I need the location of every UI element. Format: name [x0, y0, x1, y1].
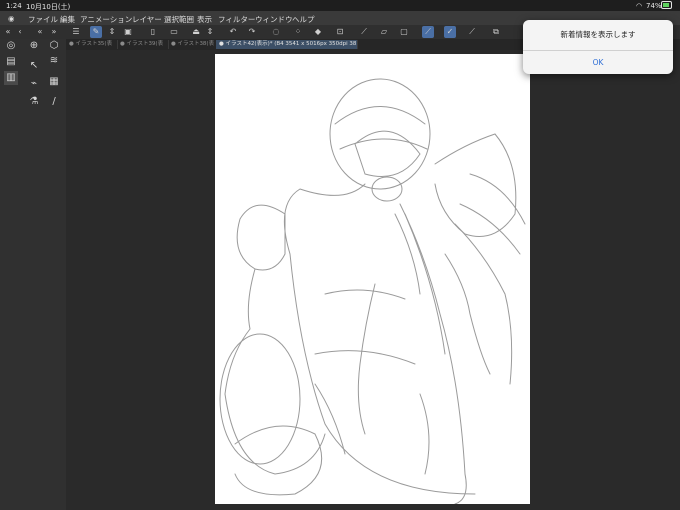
fill-icon[interactable]: ◆ — [312, 26, 324, 38]
stack-icon[interactable]: ≋ — [47, 54, 61, 68]
layer-move-icon[interactable]: ⬡ — [47, 39, 61, 53]
sketch-left-arm — [224, 268, 326, 475]
save-icon[interactable]: ⏏ — [190, 26, 202, 38]
menu-file[interactable]: ファイル — [28, 14, 58, 25]
settings-icon[interactable]: ⧉ — [490, 26, 502, 38]
battery-icon — [661, 1, 673, 11]
ruler-icon[interactable]: ⟋ — [358, 26, 370, 38]
menu-icon[interactable]: ☰ — [70, 26, 82, 38]
eyedropper-icon[interactable]: ⚗ — [27, 95, 41, 109]
sketch-center-line — [357, 283, 376, 435]
select-all-icon[interactable]: ⁘ — [292, 26, 304, 38]
gallery-icon[interactable]: ▣ — [122, 26, 134, 38]
news-dialog: 新着情報を表示します OK — [523, 20, 673, 74]
drawing-canvas[interactable] — [215, 54, 530, 505]
ok-button[interactable]: OK — [523, 51, 673, 74]
tab-illust-38[interactable]: ● イラスト38(表 — [168, 40, 218, 49]
status-time: 1:24 — [6, 2, 22, 10]
lasso-tool-icon[interactable]: ⌁ — [27, 77, 41, 91]
sketch-left-fist — [236, 204, 286, 271]
expand-icon[interactable]: » — [48, 26, 60, 38]
layer-panel-icon[interactable]: ▥ — [4, 71, 18, 85]
wifi-icon: ◠ — [636, 2, 643, 10]
sketch-face-guides — [334, 106, 428, 150]
sketch-face — [354, 130, 421, 177]
redo-icon[interactable]: ↷ — [246, 26, 258, 38]
save-stepper-icon[interactable]: ⇕ — [204, 26, 216, 38]
menu-edit[interactable]: 編集 — [60, 14, 75, 25]
pen-pressure-icon[interactable]: ⟋ — [466, 26, 478, 38]
new-file-icon[interactable]: ▯ — [147, 26, 159, 38]
menu-layer[interactable]: レイヤー — [132, 14, 162, 25]
collapse-left-icon[interactable]: « — [2, 26, 14, 38]
collapse-right-icon[interactable]: « — [34, 26, 46, 38]
sketch-right-fist — [434, 133, 517, 237]
transform-icon[interactable]: ⊡ — [334, 26, 346, 38]
gradient-icon[interactable]: ▱ — [378, 26, 390, 38]
sketch-chest-lines — [394, 213, 446, 355]
sketch-abs — [314, 383, 430, 475]
layer-icon[interactable]: ▢ — [398, 26, 410, 38]
menu-view[interactable]: 表示 — [197, 14, 212, 25]
menu-filter[interactable]: フィルター — [218, 14, 255, 25]
snap-icon[interactable]: ⟋ — [422, 26, 434, 38]
status-battery-text: 74% — [646, 2, 662, 10]
film-icon[interactable]: ▦ — [47, 75, 61, 89]
tab-illust-39[interactable]: ● イラスト39(表 — [117, 40, 169, 49]
menu-selection[interactable]: 選択範囲 — [164, 14, 194, 25]
undo-icon[interactable]: ↶ — [227, 26, 239, 38]
edit-icon[interactable]: ✎ — [90, 26, 102, 38]
tab-illust-35[interactable]: ● イラスト35(表 — [66, 40, 118, 49]
sketch-head-outline — [329, 78, 431, 190]
stepper-icon[interactable]: ⇕ — [106, 26, 118, 38]
lasso-icon[interactable]: ◌ — [270, 26, 282, 38]
zoom-tool-icon[interactable]: ⊕ — [27, 39, 41, 53]
menu-animation[interactable]: アニメーション — [80, 14, 132, 25]
dialog-message: 新着情報を表示します — [560, 30, 636, 39]
pen-tool-icon[interactable]: / — [47, 95, 61, 109]
sketch-right-forearm — [444, 253, 491, 375]
menu-window[interactable]: ウィンドウ — [255, 14, 293, 25]
sketch-left-bag — [219, 333, 301, 465]
app-logo-icon[interactable]: ◉ — [8, 14, 15, 23]
menu-help[interactable]: ヘルプ — [292, 14, 315, 25]
tab-illust-42[interactable]: ● イラスト42(表示)* (B4 3541 x 5016px 350dpi 3… — [216, 40, 358, 49]
sub-tool-icon[interactable]: ▤ — [4, 55, 18, 69]
open-folder-icon[interactable]: ▭ — [168, 26, 180, 38]
sketch-drawing — [219, 78, 526, 505]
ios-status-bar: 1:24 10月10日(土) ◠ 74% — [0, 0, 680, 11]
collapse-icon[interactable]: ‹ — [14, 26, 26, 38]
snap-pen-icon[interactable]: ✓ — [444, 26, 456, 38]
tool-sidebar: ◎ ▤ ▥ ⊕ ⬡ ≋ ↖ ⌁ ▦ ⚗ / — [0, 39, 66, 510]
sketch-body-contours — [314, 289, 416, 365]
operation-tool-icon[interactable]: ↖ — [27, 59, 41, 73]
navigator-icon[interactable]: ◎ — [4, 39, 18, 53]
sketch-right-arm — [454, 223, 513, 385]
